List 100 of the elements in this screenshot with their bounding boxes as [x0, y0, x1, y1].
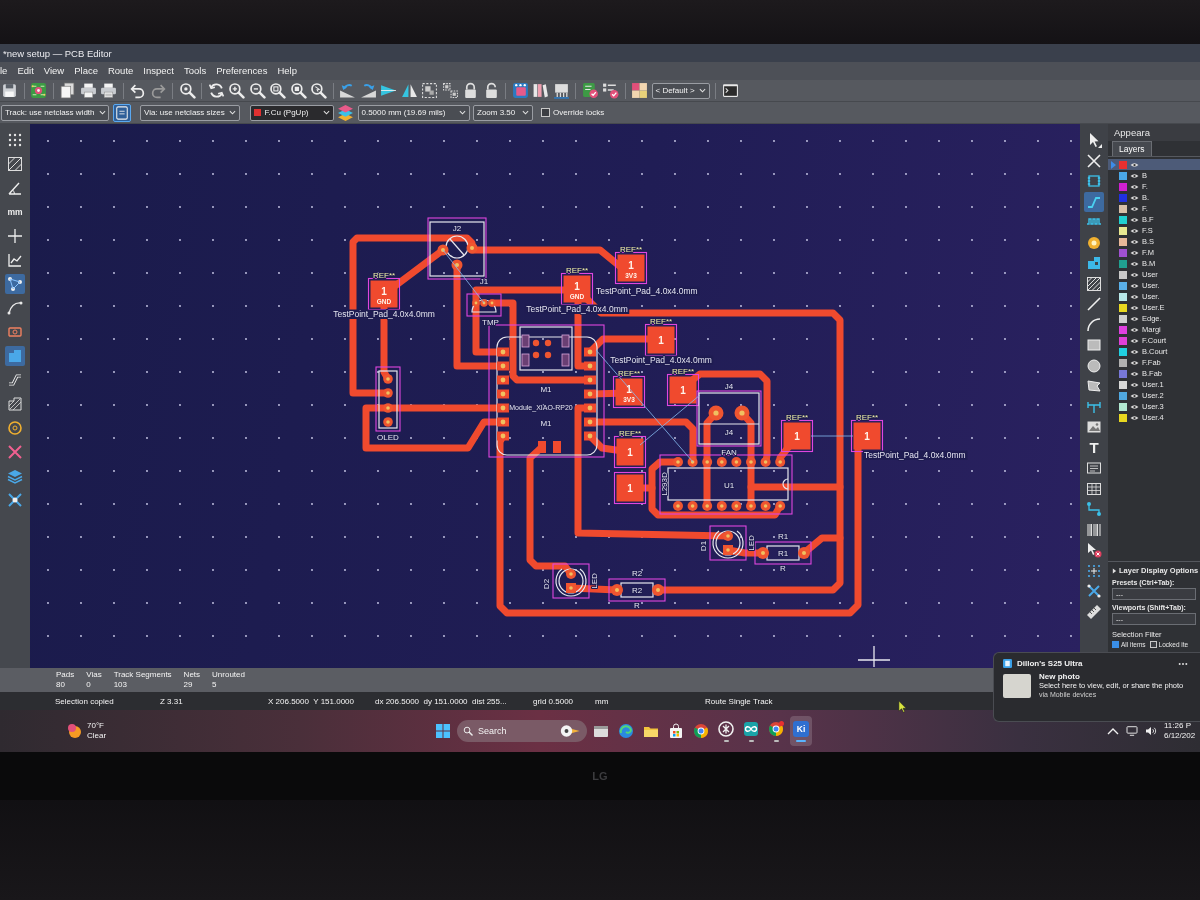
- menu-item[interactable]: Tools: [183, 65, 207, 77]
- eye-icon[interactable]: [1130, 370, 1139, 377]
- eye-icon[interactable]: [1130, 326, 1139, 333]
- windows-start-icon[interactable]: [435, 723, 451, 739]
- eye-icon[interactable]: [1130, 172, 1139, 179]
- board-check-icon[interactable]: [581, 82, 599, 99]
- undo-icon[interactable]: [129, 82, 146, 99]
- menu-item[interactable]: View: [43, 65, 65, 77]
- checklist-icon[interactable]: [602, 82, 619, 99]
- units-button[interactable]: mm: [5, 202, 25, 222]
- ratsnest-icon[interactable]: [5, 274, 25, 294]
- eye-icon[interactable]: [1130, 414, 1139, 421]
- eye-icon[interactable]: [1130, 381, 1139, 388]
- panel-tab[interactable]: Layers: [1112, 141, 1152, 156]
- eye-icon[interactable]: [1130, 216, 1139, 223]
- layer-stack-icon[interactable]: [337, 104, 354, 121]
- search-icon[interactable]: [178, 82, 196, 99]
- zoom-in-icon[interactable]: [228, 82, 245, 99]
- triangle-icon[interactable]: [380, 82, 397, 99]
- search-field[interactable]: Search: [478, 726, 538, 736]
- through-hole-pad: [723, 531, 733, 541]
- reference-label: REF**: [785, 413, 809, 422]
- menu-item[interactable]: Route: [107, 65, 134, 77]
- notification-source: Dillon's S25 Ultra: [1017, 659, 1083, 668]
- zoom-selection-icon[interactable]: [310, 82, 327, 99]
- menu-item[interactable]: Help: [277, 65, 297, 77]
- eye-icon[interactable]: [1130, 304, 1139, 311]
- track-width-dropdown[interactable]: Track: use netclass width: [1, 104, 109, 121]
- menu-item[interactable]: Place: [74, 65, 98, 77]
- menu-item[interactable]: le: [0, 65, 8, 77]
- eye-icon[interactable]: [1130, 359, 1139, 366]
- through-hole-pad: [775, 457, 786, 467]
- menu-item[interactable]: Preferences: [216, 65, 268, 77]
- chip-tile-icon[interactable]: [511, 82, 529, 99]
- eye-icon[interactable]: [1130, 194, 1139, 201]
- pages-icon[interactable]: [59, 82, 76, 99]
- redo-icon[interactable]: [149, 82, 167, 99]
- print-icon[interactable]: [79, 82, 97, 99]
- zoom-objects-icon[interactable]: [289, 82, 307, 99]
- eye-icon[interactable]: [1130, 260, 1139, 267]
- taskbar-app-button[interactable]: Ki: [790, 716, 812, 746]
- eye-icon[interactable]: [1130, 293, 1139, 300]
- chevron-up-icon[interactable]: [1107, 726, 1119, 736]
- via-outline-icon[interactable]: [5, 418, 25, 438]
- eye-icon[interactable]: [1130, 183, 1139, 190]
- through-hole-pad: [566, 583, 576, 593]
- eye-icon[interactable]: [1130, 337, 1139, 344]
- pad-number: 1: [864, 430, 870, 442]
- books-icon[interactable]: [532, 82, 549, 99]
- menu-item[interactable]: Edit: [17, 65, 34, 77]
- checkbox[interactable]: [540, 108, 550, 117]
- eye-icon[interactable]: [1130, 238, 1139, 245]
- grid-size-dropdown[interactable]: 0.5000 mm (19.69 mils): [357, 104, 470, 121]
- through-hole-pad: [687, 457, 698, 467]
- rotate-left-icon[interactable]: [339, 82, 356, 99]
- zoom-out-icon[interactable]: [248, 82, 266, 99]
- route-track-icon[interactable]: [1084, 191, 1104, 212]
- text-tool-button[interactable]: T: [1084, 437, 1104, 458]
- eye-icon[interactable]: [1130, 315, 1139, 322]
- eye-icon[interactable]: [1130, 348, 1139, 355]
- preset-dropdown[interactable]: < Default >: [651, 82, 710, 99]
- group-icon[interactable]: [421, 82, 438, 99]
- eye-icon[interactable]: [1130, 205, 1139, 212]
- ungroup-icon[interactable]: [441, 82, 459, 99]
- save-icon[interactable]: [1, 82, 18, 99]
- leader-icon[interactable]: [1084, 499, 1104, 519]
- zoom-fit-icon[interactable]: [269, 82, 286, 99]
- lock-icon[interactable]: [462, 82, 479, 99]
- color-squares-icon[interactable]: [631, 82, 648, 99]
- eye-icon[interactable]: [1130, 392, 1139, 399]
- castellated-pad: [497, 417, 509, 427]
- volume-icon[interactable]: [1145, 726, 1157, 736]
- more-icon[interactable]: [1178, 661, 1188, 666]
- printer-icon[interactable]: [100, 82, 117, 99]
- hatched-zone-icon[interactable]: [5, 394, 25, 414]
- grid-readout: grid 0.5000: [533, 696, 575, 706]
- crosshair-icon[interactable]: [5, 226, 25, 246]
- network-icon[interactable]: [1126, 726, 1138, 736]
- reference-label: REF**: [619, 245, 643, 254]
- circuit-board-icon[interactable]: [30, 82, 47, 99]
- hatched-square-icon[interactable]: [5, 154, 25, 174]
- eye-icon[interactable]: [1130, 403, 1139, 410]
- eye-icon[interactable]: [1130, 271, 1139, 278]
- castellated-pad: [497, 361, 509, 371]
- zoom-dropdown[interactable]: Zoom 3.50: [473, 104, 533, 121]
- refresh-icon[interactable]: [207, 82, 225, 99]
- via-size-dropdown[interactable]: Via: use netclass sizes: [140, 104, 240, 121]
- checkbox[interactable]: [1112, 641, 1119, 648]
- weather-icon[interactable]: [66, 723, 82, 739]
- current-tool: Route Single Track: [705, 696, 773, 706]
- search-box[interactable]: Search: [457, 720, 587, 742]
- eye-icon[interactable]: [1130, 282, 1139, 289]
- terminal-icon[interactable]: [721, 82, 739, 99]
- checkbox[interactable]: [1149, 641, 1157, 648]
- eye-icon[interactable]: [1130, 161, 1139, 168]
- eye-icon[interactable]: [1130, 249, 1139, 256]
- chip-icon[interactable]: [552, 82, 570, 99]
- layer-dropdown[interactable]: F.Cu (PgUp): [249, 104, 334, 121]
- eye-icon[interactable]: [1130, 227, 1139, 234]
- menu-item[interactable]: Inspect: [143, 65, 174, 77]
